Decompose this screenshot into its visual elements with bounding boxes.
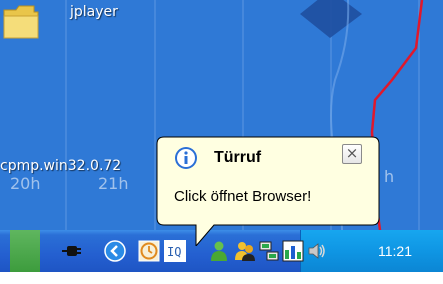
screen: jplayer cpmp.win32.0.72 20h 21h h IQ 11:… [0, 0, 443, 284]
info-icon [175, 147, 197, 169]
folder-icon[interactable] [0, 0, 42, 42]
svg-text:IQ: IQ [167, 245, 181, 259]
back-arrow-icon[interactable] [104, 240, 126, 262]
hour-mark-h: h [384, 167, 395, 186]
balloon-message: Click öffnet Browser! [174, 188, 312, 205]
start-button-edge[interactable] [10, 230, 40, 272]
balloon-title: Türruf [214, 149, 262, 166]
screen-bottom-border [0, 272, 443, 284]
hour-mark-21: 21h [98, 174, 129, 193]
notification-balloon[interactable]: Türruf × Click öffnet Browser! [156, 136, 380, 246]
desktop-icon-label-cpmp[interactable]: cpmp.win32.0.72 [0, 158, 121, 174]
desktop-icon-label-jplayer[interactable]: jplayer [70, 4, 118, 20]
hour-mark-20: 20h [10, 174, 41, 193]
plug-icon[interactable] [60, 240, 82, 262]
close-icon[interactable]: × [342, 144, 362, 164]
taskbar-clock[interactable]: 11:21 [378, 243, 412, 259]
